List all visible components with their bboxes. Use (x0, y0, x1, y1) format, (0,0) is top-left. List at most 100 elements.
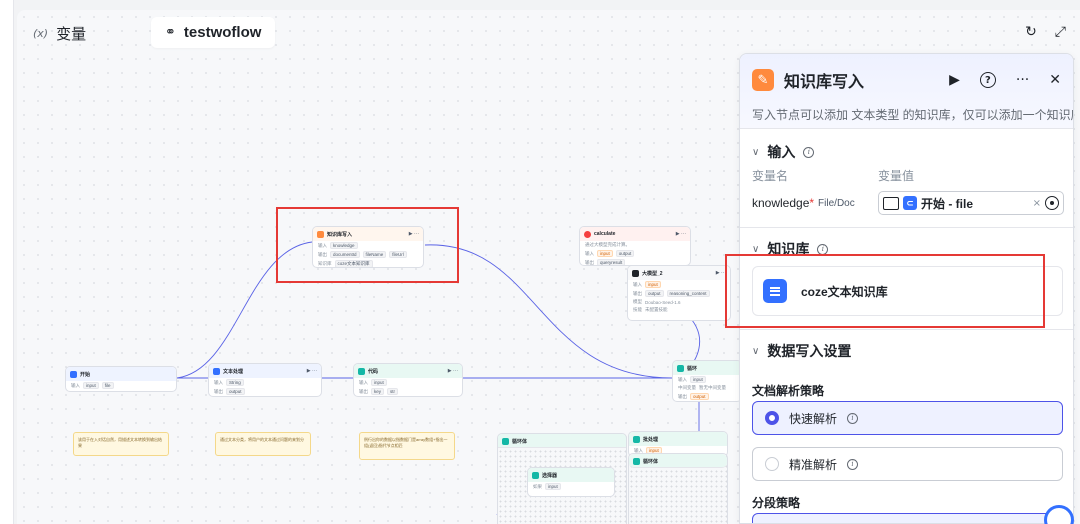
clear-icon[interactable]: × (1033, 198, 1041, 209)
row-label: 技能 (633, 307, 642, 312)
node-code[interactable]: 代码 ▶ ··· 输入 input 输出 key str (353, 363, 463, 397)
node-title: 开始 (80, 371, 91, 378)
batch-body-header: 循环体 (629, 454, 727, 468)
row-label: 输出 (633, 290, 642, 296)
node-title: 大模型_2 (642, 270, 663, 277)
row-label: 输入 (633, 281, 642, 287)
param-value: 开始 - file (921, 196, 974, 211)
selector-icon (532, 471, 539, 479)
more-icon[interactable]: ··· (1016, 72, 1029, 88)
folder-icon[interactable] (883, 196, 899, 210)
chip: output (226, 388, 245, 395)
chip: queryresult (597, 259, 626, 265)
radio-selected[interactable] (765, 411, 779, 425)
skill-value: 未配置技能 (645, 307, 668, 312)
option-label: 快速解析 (789, 411, 838, 426)
row-label: 输出 (585, 259, 594, 265)
info-icon[interactable]: i (847, 458, 859, 470)
batch-icon (633, 435, 640, 443)
chip: String (226, 379, 244, 386)
node-title: 循环体 (512, 438, 528, 445)
chip: input (645, 281, 661, 288)
chevron-down-icon: ∨ (752, 345, 760, 357)
row-label: 模型 (633, 299, 642, 304)
row-label: 输出 (359, 388, 368, 394)
highlight-kb-write-node (276, 207, 459, 283)
chip: output (615, 250, 635, 257)
row-label: 输入 (359, 379, 368, 385)
row-label: 输出 (214, 388, 223, 394)
parse-fast-option[interactable]: 快速解析 i (752, 401, 1063, 435)
section-title: 数据写入设置 (767, 343, 852, 359)
node-desc: 通过大模型完成计算。 (585, 242, 630, 247)
target-icon[interactable] (1045, 196, 1059, 210)
node-selector[interactable]: 选择器 如果 input (527, 467, 615, 497)
node-title: 文本处理 (223, 368, 244, 375)
comment-note-start[interactable]: 该用于在入对话自然，用描述文本转换到输出结果 (73, 432, 169, 456)
kb-write-icon: ✎ (752, 69, 774, 91)
segment-strategy-label: 分段策略 (752, 496, 801, 510)
param-type: File/Doc (818, 197, 855, 209)
section-write-settings[interactable]: ∨ 数据写入设置 (740, 341, 1073, 361)
chip: reasoning_content (666, 290, 710, 297)
node-title: 选择器 (542, 472, 558, 479)
info-icon[interactable]: i (847, 412, 859, 424)
node-calculate[interactable]: calculate ▶ ··· 通过大模型完成计算。 输入 input output… (579, 226, 691, 266)
node-title: calculate (594, 231, 616, 237)
chip: input (83, 382, 99, 389)
model-value: Doubao-Seed-1.6 (645, 299, 681, 305)
start-node-icon: ⊂ (903, 196, 917, 210)
comment-note-text[interactable]: 通过文本分类，将用户的文本通过问题的来划分 (215, 432, 311, 456)
loop-body-icon (502, 437, 509, 445)
node-llm[interactable]: 大模型_2 ▶ ··· 输入 input 输出 output reasoning_co… (627, 265, 731, 321)
chip: input (690, 376, 706, 383)
col-var-name: 变量名 (752, 169, 789, 183)
chevron-down-icon: ∨ (752, 146, 760, 158)
section-input[interactable]: ∨ 输入 i (740, 142, 1073, 162)
chip: key (371, 388, 385, 395)
col-var-value: 变量值 (878, 169, 915, 183)
node-start[interactable]: 开始 输入 input file (65, 366, 177, 392)
info-icon[interactable]: i (817, 243, 829, 255)
close-icon[interactable]: ✕ (1049, 72, 1061, 88)
chip: input (597, 250, 613, 257)
row-label: 输入 (585, 250, 594, 256)
node-tools[interactable]: ▶ ··· (676, 231, 686, 237)
node-tools[interactable]: ▶ ··· (307, 368, 317, 374)
run-icon[interactable]: ▶ (949, 72, 960, 88)
start-icon (70, 370, 77, 378)
panel-title: 知识库写入 (784, 74, 865, 91)
plugin-icon (584, 230, 591, 238)
node-title: 循环 (687, 365, 698, 372)
node-tools[interactable]: ▶ ··· (448, 368, 458, 374)
node-text-process[interactable]: 文本处理 ▶ ··· 输入 String 输出 output (208, 363, 322, 397)
row-label: 输入 (214, 379, 223, 385)
radio-unselected[interactable] (765, 457, 779, 471)
option-label: 精准解析 (789, 457, 838, 472)
required-mark: * (809, 196, 815, 210)
var-value: 暂无中间变量 (699, 385, 726, 390)
chip: input (371, 379, 387, 386)
chip: file (101, 382, 114, 389)
divider (740, 227, 1073, 228)
loop-icon (677, 364, 684, 372)
node-loop[interactable]: 循环 输入 input 中间变量 暂无中间变量 输出 output (672, 360, 742, 402)
node-title: 循环体 (643, 458, 659, 465)
param-row: knowledge * File/Doc ⊂ 开始 - file × (752, 191, 1064, 215)
highlight-knowledge-card (725, 254, 1045, 328)
row-label: 输入 (71, 382, 80, 388)
help-icon[interactable]: ? (979, 72, 996, 88)
segment-option[interactable] (752, 513, 1063, 523)
parse-precise-option[interactable]: 精准解析 i (752, 447, 1063, 481)
text-icon (213, 367, 220, 375)
param-value-field[interactable]: ⊂ 开始 - file × (878, 191, 1064, 215)
parse-strategy-label: 文档解析策略 (752, 384, 825, 398)
node-title: 代码 (368, 368, 379, 375)
loop-body-header: 循环体 (498, 434, 626, 448)
comment-note-code[interactable]: 例行出你的数据以指数据门是array数组+指出一组(返回)指代节点相匹 (359, 432, 455, 460)
left-sidebar-edge (0, 0, 14, 524)
section-title: 输入 (767, 144, 796, 160)
info-icon[interactable]: i (803, 146, 815, 158)
chevron-down-icon: ∨ (752, 243, 760, 255)
batch-body-area[interactable]: 循环体 (628, 453, 728, 524)
